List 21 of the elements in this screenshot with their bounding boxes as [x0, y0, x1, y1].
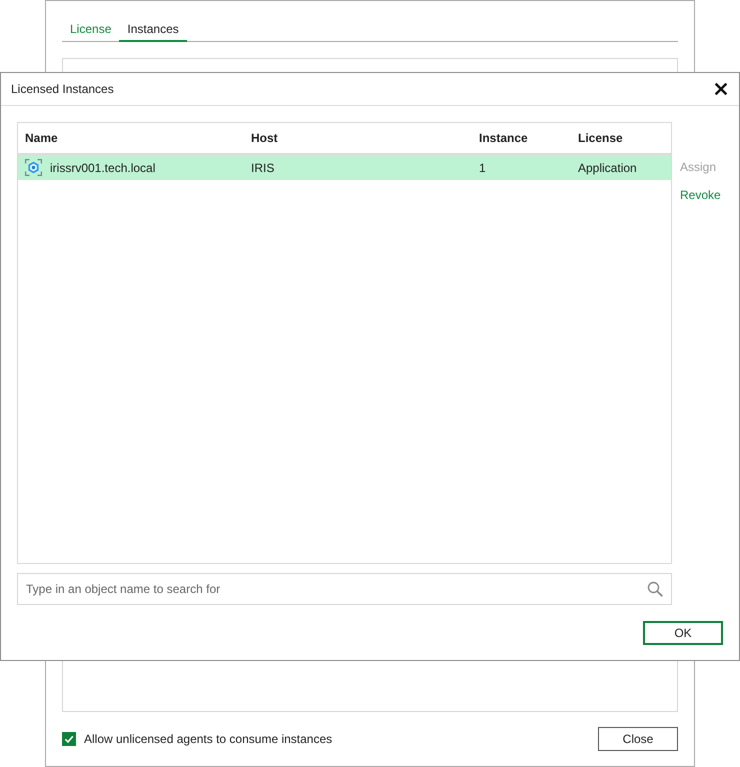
column-header[interactable]: Name: [18, 123, 244, 153]
table-cell-text: Application: [577, 160, 638, 176]
column-header[interactable]: Host: [244, 123, 472, 153]
search-icon[interactable]: [647, 581, 663, 597]
tab[interactable]: License: [62, 19, 120, 42]
tab[interactable]: Instances: [119, 19, 187, 42]
column-header[interactable]: License: [571, 123, 671, 153]
table-cell-text: IRIS: [250, 160, 276, 176]
ok-button[interactable]: OK: [643, 621, 723, 645]
checkbox[interactable]: [62, 732, 76, 746]
search-field[interactable]: Type in an object name to search for: [17, 573, 672, 605]
table-cell: irissrv001.tech.local: [50, 160, 156, 174]
close-button[interactable]: Close: [598, 727, 678, 751]
dialog-title: Licensed Instances: [11, 82, 114, 96]
hexagon-icon: [25, 159, 42, 176]
close-icon[interactable]: [715, 83, 727, 95]
checkbox-label: Allow unlicensed agents to consume instances: [84, 732, 332, 746]
table-row[interactable]: irissrv001.tech.local IRIS 1 Application: [18, 155, 671, 180]
column-header[interactable]: Instance: [472, 123, 571, 153]
table-cell-text: 1: [478, 160, 487, 176]
link[interactable]: Revoke: [680, 181, 721, 209]
